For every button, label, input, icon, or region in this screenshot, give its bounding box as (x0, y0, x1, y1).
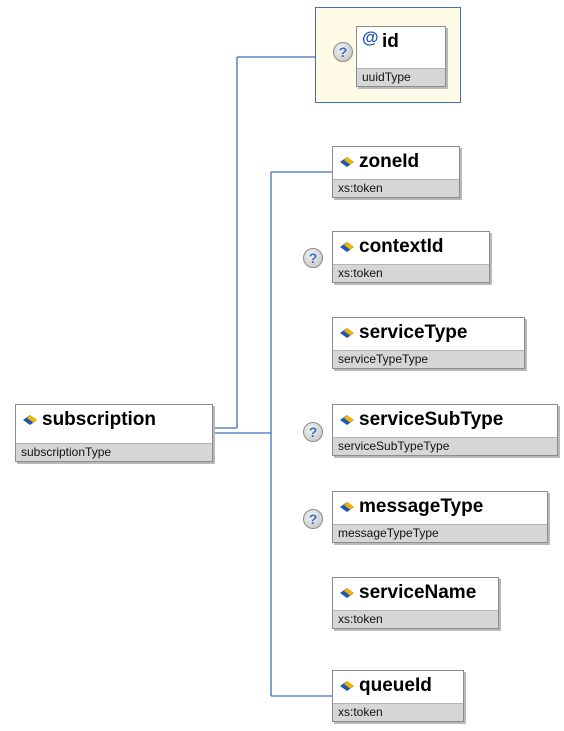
element-name: serviceType (359, 322, 468, 343)
optional-attribute-marker: ? (333, 42, 353, 62)
element-node-serviceSubType[interactable]: serviceSubType serviceSubTypeType (332, 404, 558, 456)
element-type: serviceTypeType (333, 350, 524, 368)
attribute-node-id[interactable]: @ id uuidType (356, 26, 446, 87)
element-name: zoneId (359, 151, 420, 172)
element-name: messageType (359, 496, 484, 517)
optional-element-marker: ? (303, 422, 323, 442)
element-node-messageType[interactable]: messageType messageTypeType (332, 491, 548, 543)
element-name: serviceSubType (359, 409, 504, 430)
element-node-zoneId[interactable]: zoneId xs:token (332, 146, 460, 198)
element-node-serviceName[interactable]: serviceName xs:token (332, 577, 499, 629)
root-element-type: subscriptionType (16, 443, 212, 461)
root-element-name: subscription (42, 409, 157, 430)
attribute-name: id (382, 31, 399, 52)
element-node-queueId[interactable]: queueId xs:token (332, 670, 464, 722)
element-name: serviceName (359, 582, 477, 603)
element-type: messageTypeType (333, 524, 547, 542)
element-type: xs:token (333, 610, 498, 628)
element-name: contextId (359, 236, 444, 257)
attribute-type: uuidType (357, 68, 445, 86)
element-node-serviceType[interactable]: serviceType serviceTypeType (332, 317, 525, 369)
element-name: queueId (359, 675, 432, 696)
element-type: xs:token (333, 264, 489, 282)
element-type: xs:token (333, 703, 463, 721)
optional-element-marker: ? (303, 509, 323, 529)
element-type: xs:token (333, 179, 459, 197)
element-node-contextId[interactable]: contextId xs:token (332, 231, 490, 283)
optional-element-marker: ? (303, 248, 323, 268)
root-element-node[interactable]: subscription subscriptionType (15, 404, 213, 462)
element-type: serviceSubTypeType (333, 437, 557, 455)
